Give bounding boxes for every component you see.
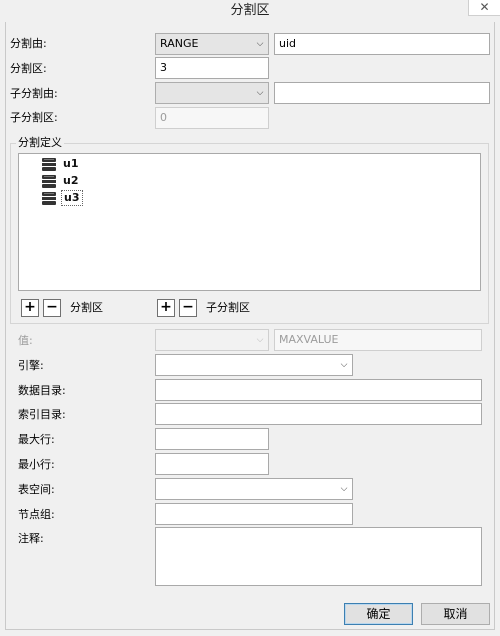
value-operator-select[interactable]: ⌵ [155, 329, 269, 351]
tree-item-label: u2 [63, 174, 79, 187]
data-directory-label: 数据目录: [18, 384, 66, 397]
partitions-count-input[interactable]: 3 [155, 57, 269, 79]
partition-by-expression-input[interactable]: uid [274, 33, 490, 55]
index-directory-input[interactable] [155, 403, 482, 425]
chevron-down-icon: ⌵ [340, 360, 348, 370]
subpartitions-count-input[interactable]: 0 [155, 107, 269, 129]
remove-subpartition-button[interactable]: − [179, 299, 197, 317]
partitions-label: 分割区: [10, 62, 47, 75]
tree-item-label: u1 [63, 157, 79, 170]
partition-by-value: RANGE [160, 37, 199, 50]
tablespace-label: 表空间: [18, 483, 55, 496]
data-directory-input[interactable] [155, 379, 482, 401]
close-button[interactable]: ✕ [468, 0, 500, 16]
partition-tree[interactable]: u1 u2 u3 [18, 153, 481, 291]
subpartition-by-label: 子分割由: [10, 87, 58, 100]
subpartition-buttons-label: 子分割区 [206, 301, 250, 314]
engine-label: 引擎: [18, 359, 44, 372]
value-input[interactable]: MAXVALUE [274, 329, 482, 351]
window-title: 分割区 [0, 0, 500, 22]
comment-textarea[interactable] [155, 527, 482, 586]
chevron-down-icon: ⌵ [256, 88, 264, 98]
chevron-down-icon: ⌵ [340, 484, 348, 494]
subpartitions-label: 子分割区: [10, 111, 58, 124]
partition-by-select[interactable]: RANGE ⌵ [155, 33, 269, 55]
chevron-down-icon: ⌵ [256, 335, 264, 345]
subpartition-by-select[interactable]: ⌵ [155, 82, 269, 104]
partition-buttons-label: 分割区 [70, 301, 103, 314]
tablespace-select[interactable]: ⌵ [155, 478, 353, 500]
max-rows-label: 最大行: [18, 433, 55, 446]
partition-by-label: 分割由: [10, 37, 47, 50]
node-group-label: 节点组: [18, 508, 55, 521]
min-rows-input[interactable] [155, 453, 269, 475]
chevron-down-icon: ⌵ [256, 39, 264, 49]
remove-partition-button[interactable]: − [43, 299, 61, 317]
index-directory-label: 索引目录: [18, 408, 66, 421]
max-rows-input[interactable] [155, 428, 269, 450]
cancel-button[interactable]: 取消 [421, 603, 490, 625]
database-icon [42, 175, 56, 188]
tree-item-label: u3 [61, 190, 83, 206]
add-subpartition-button[interactable]: + [157, 299, 175, 317]
value-label: 值: [18, 334, 33, 347]
database-icon [42, 158, 56, 171]
node-group-input[interactable] [155, 503, 353, 525]
ok-button[interactable]: 确定 [344, 603, 413, 625]
partition-definition-title: 分割定义 [16, 136, 64, 150]
add-partition-button[interactable]: + [21, 299, 39, 317]
comment-label: 注释: [18, 532, 44, 545]
engine-select[interactable]: ⌵ [155, 354, 353, 376]
database-icon [42, 192, 56, 205]
min-rows-label: 最小行: [18, 458, 55, 471]
subpartition-by-expression-input[interactable] [274, 82, 490, 104]
